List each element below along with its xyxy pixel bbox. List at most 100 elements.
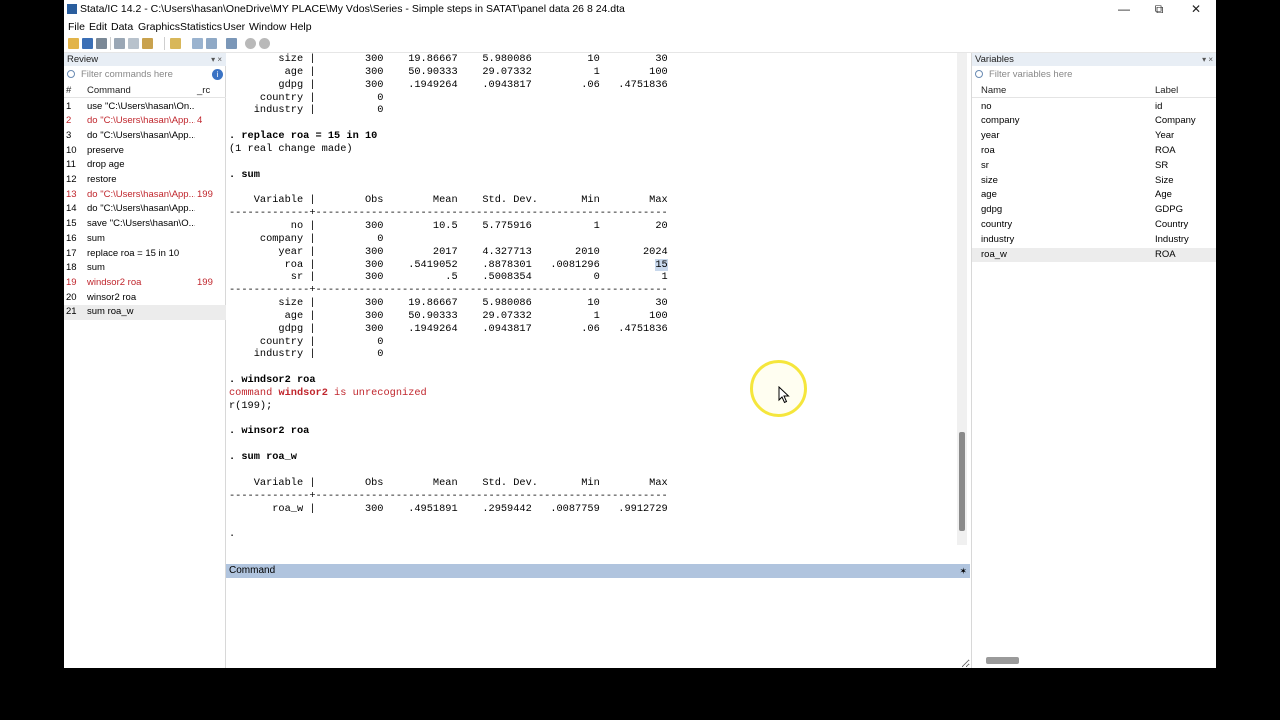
variables-hscrollbar[interactable] bbox=[972, 654, 1216, 666]
review-item[interactable]: 3 do "C:\Users\hasan\App... bbox=[64, 129, 226, 144]
variables-manager-icon[interactable] bbox=[226, 38, 237, 49]
close-button[interactable]: ✕ bbox=[1184, 1, 1208, 17]
review-item-command: sum roa_w bbox=[87, 306, 134, 318]
col-command[interactable]: Command bbox=[87, 84, 131, 98]
data-editor-icon[interactable] bbox=[192, 38, 203, 49]
variable-label: Company bbox=[1155, 115, 1196, 127]
menu-statistics[interactable]: Statistics bbox=[180, 21, 222, 33]
variable-label: Country bbox=[1155, 218, 1189, 230]
variables-filter[interactable]: Filter variables here bbox=[972, 67, 1216, 82]
variables-pin-close-icon[interactable]: ▾ × bbox=[1202, 53, 1213, 66]
review-item[interactable]: 13 do "C:\Users\hasan\App... 199 bbox=[64, 188, 226, 203]
review-item-number: 19 bbox=[66, 276, 77, 288]
review-item-number: 1 bbox=[66, 100, 72, 112]
return-code: r(199); bbox=[229, 399, 273, 412]
save-icon[interactable] bbox=[82, 38, 93, 49]
menu-help[interactable]: Help bbox=[290, 21, 312, 33]
viewer-icon[interactable] bbox=[128, 38, 139, 49]
variable-name: sr bbox=[981, 159, 989, 171]
variables-panel: Variables ▾ × Filter variables here Name… bbox=[971, 53, 1216, 668]
review-item[interactable]: 16 sum bbox=[64, 232, 226, 247]
variable-row[interactable]: roa ROA bbox=[972, 144, 1216, 159]
variable-name: roa bbox=[981, 144, 995, 156]
break-icon[interactable] bbox=[259, 38, 270, 49]
variable-row[interactable]: industry Industry bbox=[972, 233, 1216, 248]
review-item[interactable]: 1 use "C:\Users\hasan\On... bbox=[64, 100, 226, 115]
review-item-number: 18 bbox=[66, 262, 77, 274]
variable-label: GDPG bbox=[1155, 204, 1183, 216]
review-filter-input[interactable]: Filter commands here bbox=[81, 67, 173, 82]
variables-filter-input[interactable]: Filter variables here bbox=[989, 67, 1072, 82]
menu-file[interactable]: File bbox=[68, 21, 85, 33]
menu-window[interactable]: Window bbox=[249, 21, 286, 33]
results-scrollbar-thumb[interactable] bbox=[959, 432, 965, 531]
variable-name: country bbox=[981, 218, 1013, 230]
variable-row[interactable]: year Year bbox=[972, 129, 1216, 144]
review-item[interactable]: 10 preserve bbox=[64, 144, 226, 159]
menu-bar: File Edit Data Graphics Statistics User … bbox=[64, 19, 1216, 34]
print-icon[interactable] bbox=[96, 38, 107, 49]
variable-row[interactable]: roa_w ROA bbox=[972, 247, 1216, 263]
results-output: size | 300 19.86667 5.980086 10 30 age |… bbox=[229, 53, 668, 541]
review-item[interactable]: 11 drop age bbox=[64, 158, 226, 173]
review-item-command: winsor2 roa bbox=[87, 291, 137, 303]
review-item[interactable]: 20 winsor2 roa bbox=[64, 291, 226, 306]
maximize-button[interactable]: ⧉ bbox=[1147, 1, 1171, 17]
more-icon[interactable] bbox=[245, 38, 256, 49]
minimize-button[interactable]: — bbox=[1112, 1, 1136, 17]
review-item-number: 16 bbox=[66, 232, 77, 244]
window-title: Stata/IC 14.2 - C:\Users\hasan\OneDrive\… bbox=[80, 3, 625, 15]
review-item-number: 3 bbox=[66, 129, 72, 141]
variable-name: no bbox=[981, 100, 992, 112]
menu-graphics[interactable]: Graphics bbox=[138, 21, 180, 33]
variable-row[interactable]: gdpg GDPG bbox=[972, 203, 1216, 218]
col-rc[interactable]: _rc bbox=[197, 84, 210, 98]
variable-row[interactable]: sr SR bbox=[972, 159, 1216, 174]
review-item[interactable]: 14 do "C:\Users\hasan\App... bbox=[64, 202, 226, 217]
review-title: Review bbox=[67, 54, 99, 65]
review-item-command: restore bbox=[87, 174, 117, 185]
variable-row[interactable]: country Country bbox=[972, 218, 1216, 233]
info-icon[interactable]: i bbox=[212, 69, 223, 80]
review-item-command: do "C:\Users\hasan\App... bbox=[87, 188, 195, 200]
search-icon bbox=[975, 70, 983, 78]
review-item-command: preserve bbox=[87, 144, 124, 156]
review-item[interactable]: 19 windsor2 roa 199 bbox=[64, 276, 226, 291]
open-icon[interactable] bbox=[68, 38, 79, 49]
do-file-editor-icon[interactable] bbox=[170, 38, 181, 49]
variable-row[interactable]: company Company bbox=[972, 114, 1216, 129]
review-item-number: 11 bbox=[66, 159, 76, 171]
review-item[interactable]: 21 sum roa_w bbox=[64, 305, 226, 320]
review-item[interactable]: 12 restore bbox=[64, 173, 226, 188]
col-label[interactable]: Label bbox=[1155, 84, 1178, 98]
command-title: Command bbox=[229, 565, 276, 576]
results-scrollbar[interactable] bbox=[957, 53, 967, 545]
variable-row[interactable]: size Size bbox=[972, 174, 1216, 189]
variables-header: Variables ▾ × bbox=[972, 53, 1216, 66]
review-header: Review ▾ × bbox=[64, 53, 226, 66]
menu-data[interactable]: Data bbox=[111, 21, 133, 33]
review-item[interactable]: 18 sum bbox=[64, 261, 226, 276]
menu-user[interactable]: User bbox=[223, 21, 245, 33]
data-browser-icon[interactable] bbox=[206, 38, 217, 49]
selected-text[interactable]: 15 bbox=[655, 258, 668, 271]
variable-row[interactable]: age Age bbox=[972, 188, 1216, 203]
command-input[interactable] bbox=[226, 578, 970, 668]
command-pin-icon[interactable]: ✶ bbox=[959, 564, 967, 578]
variable-row[interactable]: no id bbox=[972, 100, 1216, 115]
review-pin-close-icon[interactable]: ▾ × bbox=[211, 53, 222, 66]
col-name[interactable]: Name bbox=[981, 84, 1006, 98]
review-item-rc: 199 bbox=[197, 276, 213, 288]
graph-icon[interactable] bbox=[142, 38, 153, 49]
variables-hscrollbar-thumb[interactable] bbox=[986, 657, 1019, 664]
stata-app-icon bbox=[67, 4, 77, 14]
col-num[interactable]: # bbox=[66, 84, 71, 98]
review-item-number: 13 bbox=[66, 188, 77, 200]
review-item[interactable]: 17 replace roa = 15 in 10 bbox=[64, 247, 226, 262]
review-item[interactable]: 15 save "C:\Users\hasan\O... bbox=[64, 217, 226, 232]
variable-label: Age bbox=[1155, 189, 1172, 201]
menu-edit[interactable]: Edit bbox=[89, 21, 107, 33]
review-item[interactable]: 2 do "C:\Users\hasan\App... 4 bbox=[64, 114, 226, 129]
log-icon[interactable] bbox=[114, 38, 125, 49]
review-filter[interactable]: Filter commands here i bbox=[64, 67, 226, 82]
